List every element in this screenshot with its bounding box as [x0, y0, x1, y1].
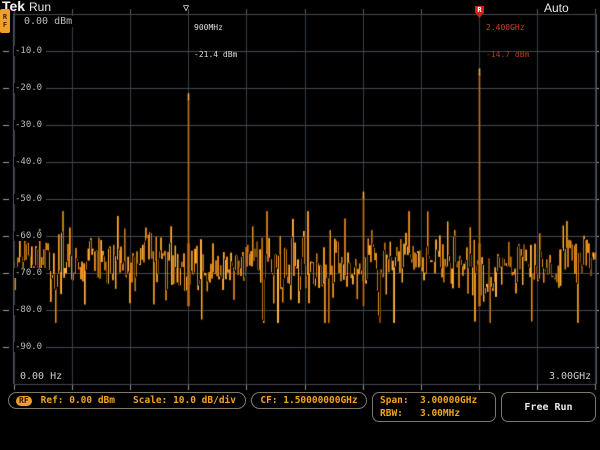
rf-channel-badge: RF	[16, 396, 32, 406]
rf-vertical-settings-readout[interactable]: RF Ref: 0.00 dBm Scale: 10.0 dB/div	[8, 392, 246, 409]
acquisition-status: Run	[29, 0, 51, 14]
rbw-label: RBW:	[380, 407, 420, 420]
span-label: Span:	[380, 394, 420, 407]
marker-900mhz-freq: 900MHz	[194, 23, 237, 32]
y-tick-label: -50.0	[14, 194, 46, 204]
oscilloscope-screen: Tek Run Auto R F 0.00 dBm -10.0 -20.0 -3…	[0, 0, 600, 450]
y-tick-label: -30.0	[14, 120, 46, 130]
span-value: 3.00000GHz	[420, 394, 477, 407]
reference-marker-freq: 2.400GHz	[486, 23, 529, 32]
y-tick-label: -10.0	[14, 46, 46, 56]
reference-marker-amplitude: -14.7 dBm	[486, 50, 529, 59]
free-run-label: Free Run	[524, 402, 572, 413]
trigger-status-auto: Auto	[544, 1, 569, 15]
rbw-value: 3.00MHz	[420, 407, 460, 420]
marker-900mhz-amplitude: -21.4 dBm	[194, 50, 237, 59]
y-tick-label: -60.0	[14, 231, 46, 241]
y-tick-label: -70.0	[14, 268, 46, 278]
free-run-trigger-readout[interactable]: Free Run	[501, 392, 596, 422]
ref-level-axis-label: 0.00 dBm	[22, 16, 74, 27]
y-tick-label: -20.0	[14, 83, 46, 93]
scale-readout: Scale: 10.0 dB/div	[133, 395, 236, 406]
y-tick-label: -90.0	[14, 342, 46, 352]
y-tick-label: -40.0	[14, 157, 46, 167]
y-tick-label: -80.0	[14, 305, 46, 315]
x-start-label: 0.00 Hz	[20, 371, 62, 382]
marker-900mhz-triangle-icon: ▽	[183, 3, 189, 14]
marker-900mhz-readout: 900MHz -21.4 dBm	[194, 5, 237, 77]
x-end-label: 3.00GHz	[549, 371, 591, 382]
center-frequency-value: CF: 1.50000000GHz	[260, 395, 357, 406]
reference-marker-readout: 2.400GHz -14.7 dBm	[486, 5, 529, 77]
rf-handle-letter-bottom: F	[3, 21, 7, 29]
ref-level-readout: Ref: 0.00 dBm	[41, 395, 115, 406]
rf-handle-letter-top: R	[3, 13, 7, 21]
center-frequency-readout[interactable]: CF: 1.50000000GHz	[251, 392, 367, 409]
rf-trace-handle[interactable]: R F	[0, 9, 10, 33]
span-rbw-readout[interactable]: Span: 3.00000GHz RBW: 3.00MHz	[372, 392, 496, 422]
